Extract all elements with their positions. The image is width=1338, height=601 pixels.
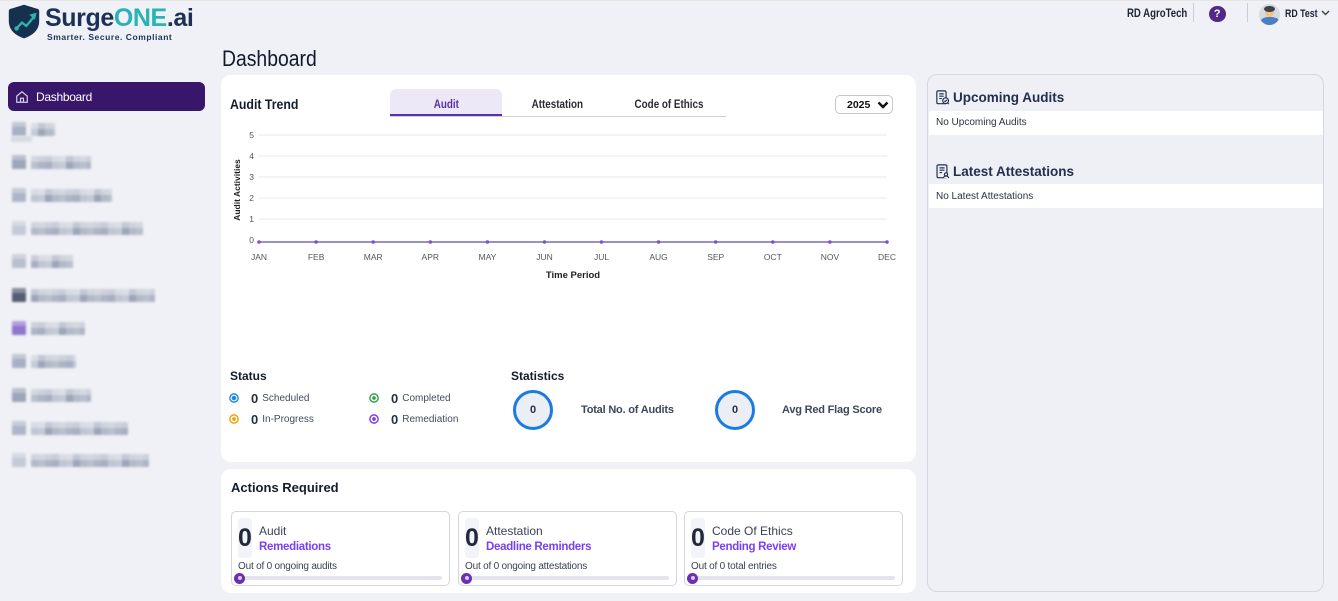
svg-text:0: 0 (249, 235, 254, 245)
svg-text:MAY: MAY (479, 252, 497, 262)
svg-text:5: 5 (249, 130, 254, 140)
svg-text:MAR: MAR (364, 252, 383, 262)
svg-text:APR: APR (422, 252, 439, 262)
svg-text:NOV: NOV (821, 252, 840, 262)
svg-text:Audit Activities: Audit Activities (232, 159, 242, 221)
svg-text:JUL: JUL (594, 252, 609, 262)
svg-text:1: 1 (249, 214, 254, 224)
svg-text:JAN: JAN (251, 252, 267, 262)
svg-text:OCT: OCT (764, 252, 782, 262)
svg-text:AUG: AUG (649, 252, 667, 262)
svg-text:FEB: FEB (308, 252, 325, 262)
svg-text:3: 3 (249, 172, 254, 182)
svg-text:DEC: DEC (878, 252, 896, 262)
svg-text:SEP: SEP (707, 252, 724, 262)
svg-text:JUN: JUN (536, 252, 553, 262)
svg-text:4: 4 (249, 151, 254, 161)
svg-text:2: 2 (249, 193, 254, 203)
svg-text:Time Period: Time Period (546, 270, 600, 281)
